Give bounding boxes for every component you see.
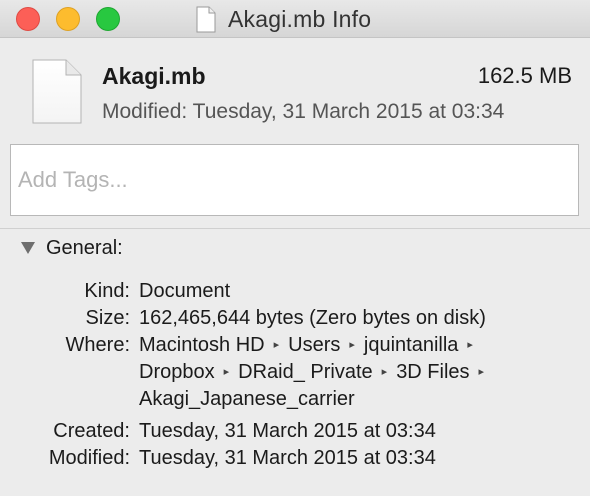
section-divider <box>0 228 590 229</box>
path-separator-icon: ▸ <box>478 366 485 378</box>
size-value: 162,465,644 bytes (Zero bytes on disk) <box>139 307 486 329</box>
file-size: 162.5 MB <box>477 63 572 88</box>
where-path-line-2: Dropbox ▸ DRaid_ Private ▸ 3D Files ▸ <box>139 359 493 386</box>
path-separator-icon: ▸ <box>349 339 355 351</box>
path-component: Akagi_Japanese_carrier <box>139 388 355 410</box>
file-header: Akagi.mb 162.5 MB Modified: Tuesday, 31 … <box>0 39 590 136</box>
minimize-button[interactable] <box>56 7 80 31</box>
path-separator-icon: ▸ <box>381 366 388 378</box>
created-value: Tuesday, 31 March 2015 at 03:34 <box>139 420 436 442</box>
general-section-title: General: <box>46 236 123 259</box>
file-name: Akagi.mb <box>102 63 206 89</box>
path-component: DRaid_ Private <box>238 361 373 383</box>
document-icon <box>196 6 216 32</box>
kind-value: Document <box>139 280 231 302</box>
modified-summary: Modified: Tuesday, 31 March 2015 at 03:3… <box>102 100 505 123</box>
modified-label: Modified: <box>48 447 130 469</box>
where-label: Where: <box>65 334 130 356</box>
size-label: Size: <box>85 307 130 329</box>
path-component: 3D Files <box>396 361 470 383</box>
file-info-window: Akagi.mb Info Akagi.mb 162.5 MB Modified… <box>0 0 590 496</box>
close-button[interactable] <box>16 7 40 31</box>
general-section-toggle[interactable]: General: <box>20 236 123 260</box>
tags-input[interactable] <box>10 144 579 216</box>
path-component: Macintosh HD <box>139 334 265 356</box>
kind-label: Kind: <box>84 280 130 302</box>
created-label: Created: <box>53 420 130 442</box>
window-title-group: Akagi.mb Info <box>196 4 371 34</box>
modified-value: Tuesday, 31 March 2015 at 03:34 <box>139 447 436 469</box>
where-path-line-3: Akagi_Japanese_carrier <box>139 386 355 413</box>
path-component: Users <box>288 334 341 356</box>
title-bar[interactable]: Akagi.mb Info <box>0 0 590 38</box>
document-icon <box>32 59 82 124</box>
path-component: jquintanilla <box>363 334 459 356</box>
path-separator-icon: ▸ <box>467 339 473 351</box>
zoom-button[interactable] <box>96 7 120 31</box>
path-separator-icon: ▸ <box>223 366 230 378</box>
disclosure-triangle-icon[interactable] <box>20 241 36 255</box>
path-separator-icon: ▸ <box>273 339 280 351</box>
path-component: Dropbox <box>139 361 215 383</box>
where-path-line-1: Macintosh HD ▸ Users ▸ jquintanilla ▸ <box>139 332 482 359</box>
window-title: Akagi.mb Info <box>228 5 372 32</box>
